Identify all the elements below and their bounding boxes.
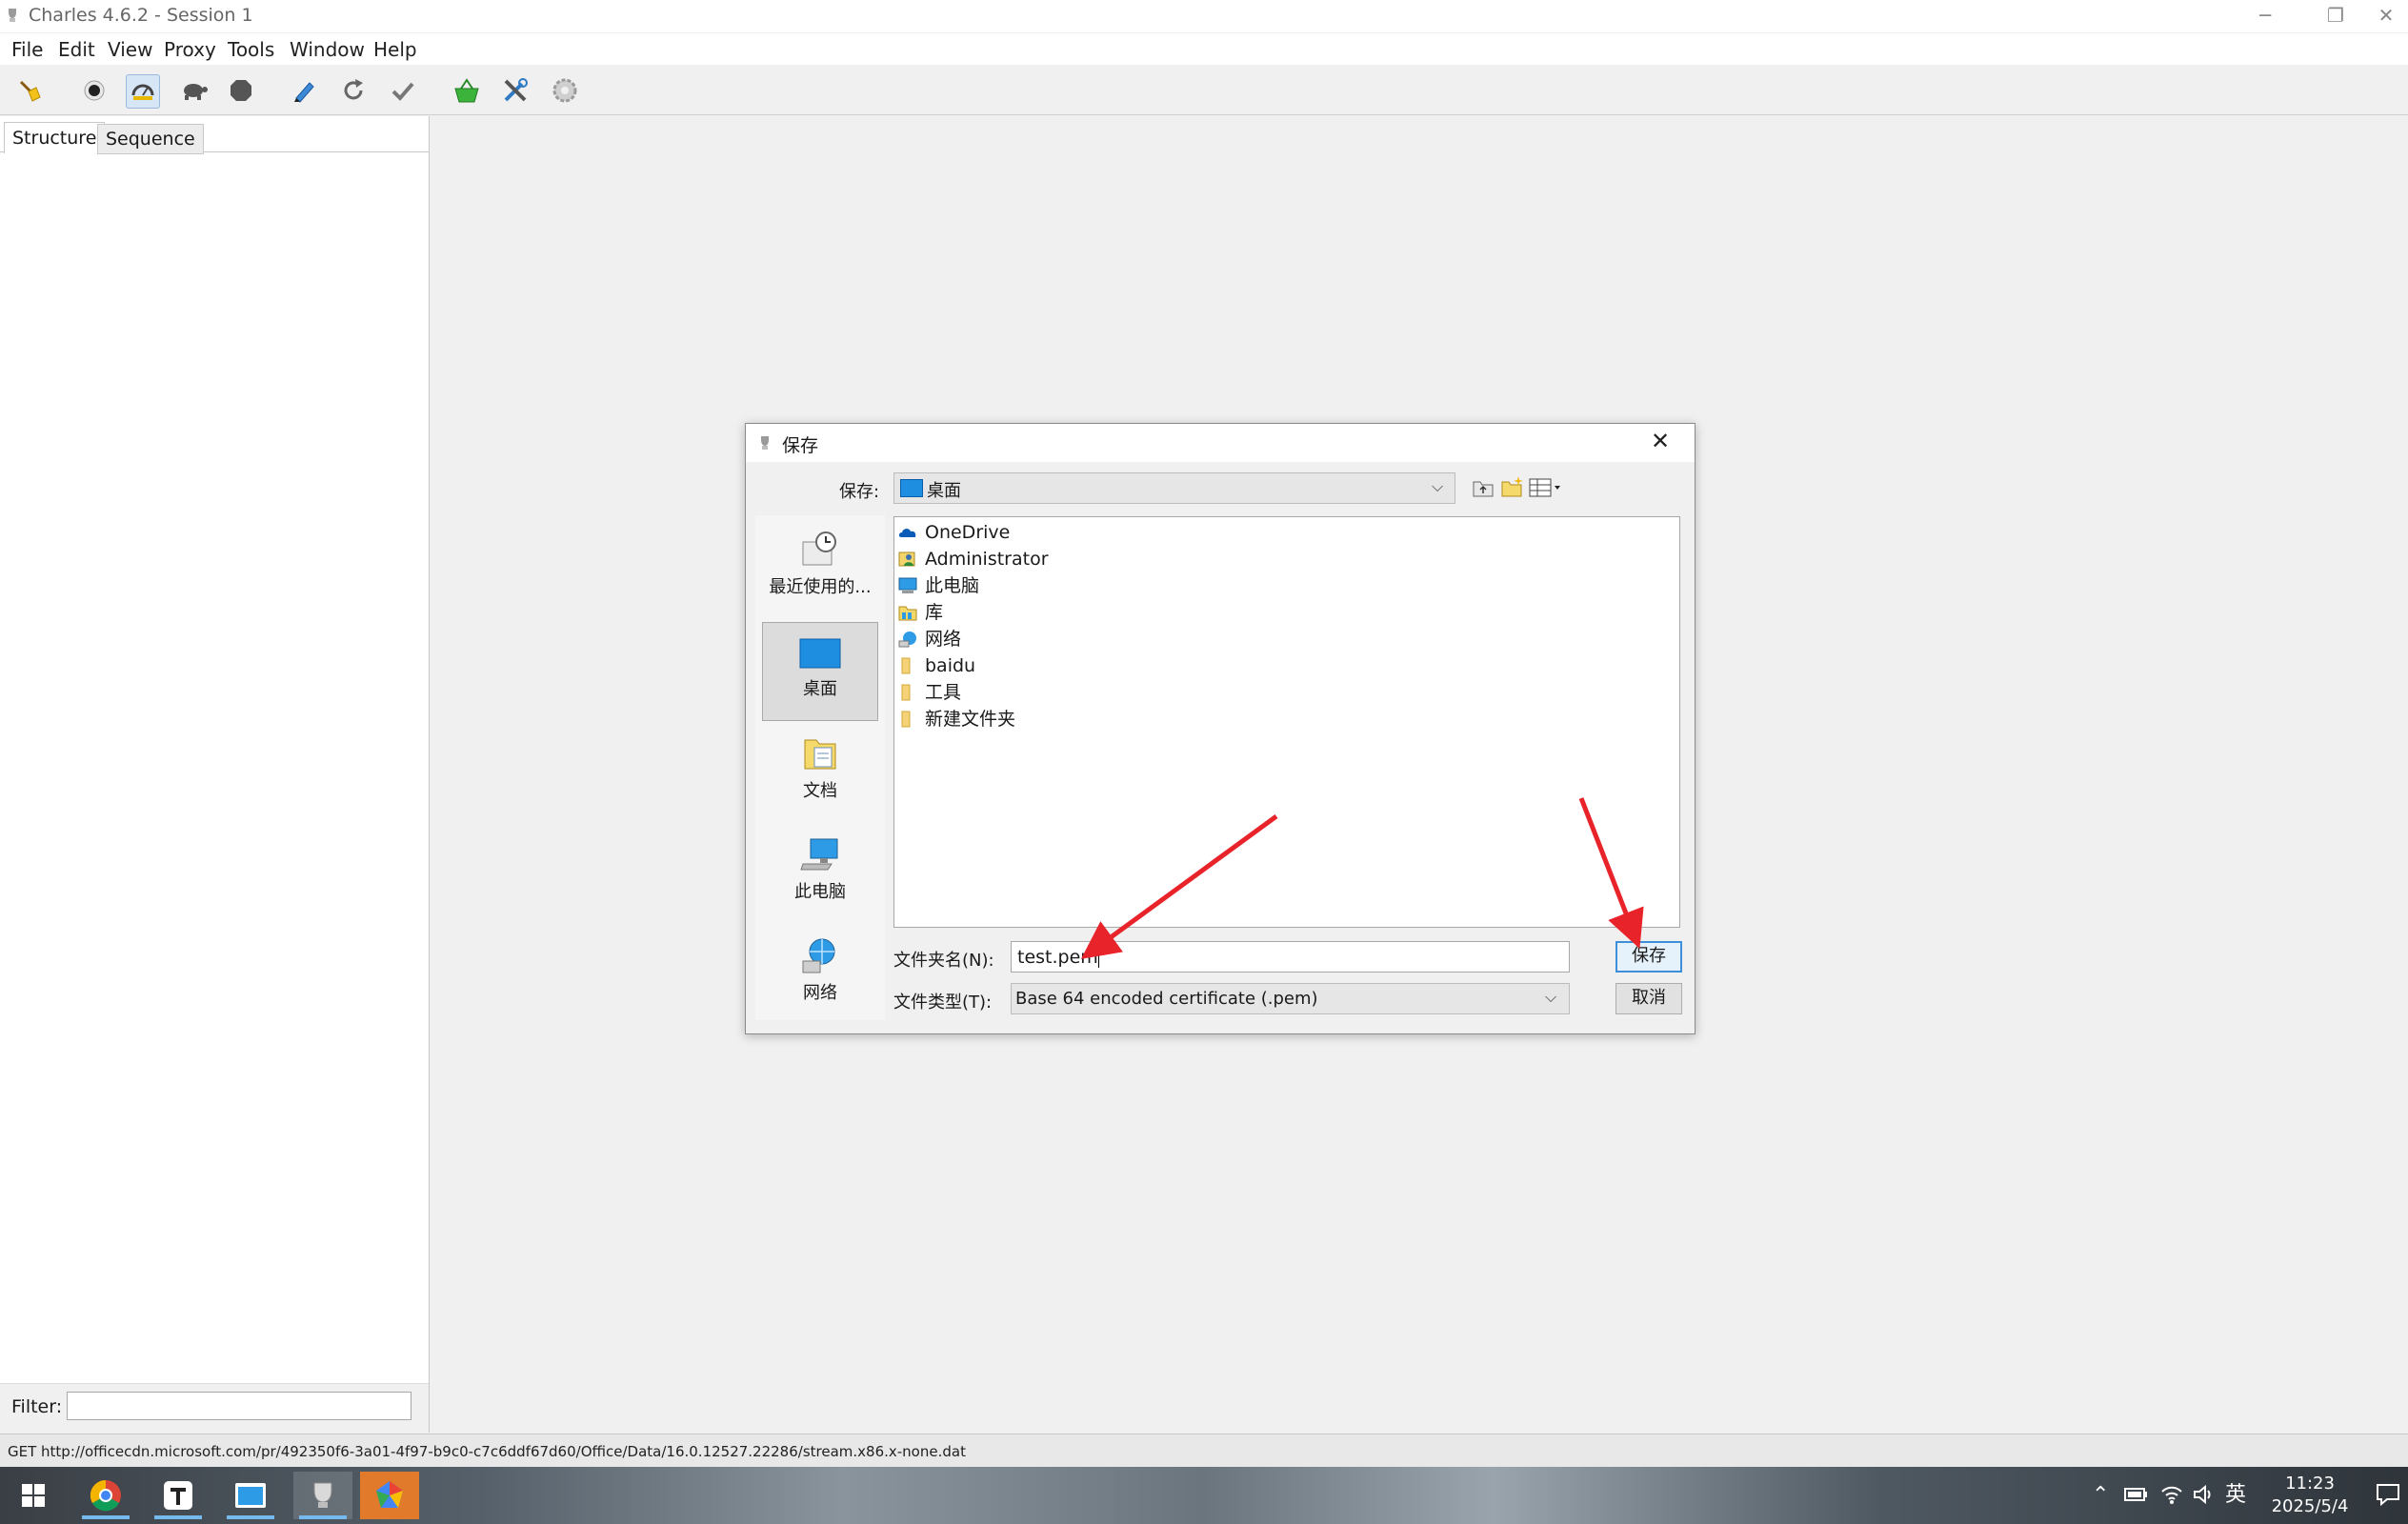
wifi-icon[interactable]	[2160, 1484, 2183, 1505]
taskbar-typora[interactable]	[149, 1472, 208, 1519]
ime-indicator[interactable]: 英	[2225, 1467, 2246, 1524]
notification-icon[interactable]	[2376, 1482, 2400, 1507]
annotation-overlay	[1080, 797, 1644, 959]
file-explorer-icon	[235, 1483, 266, 1508]
battery-icon[interactable]	[2124, 1486, 2149, 1503]
clock-time: 11:23	[2285, 1474, 2335, 1494]
taskbar-colorful-app[interactable]	[360, 1472, 419, 1519]
taskbar-chrome[interactable]	[76, 1472, 135, 1519]
arrow-to-save-button	[1578, 797, 1644, 949]
typora-icon	[164, 1481, 192, 1510]
taskbar: ⌃ 英 11:23 2025/5/4	[0, 1467, 2408, 1524]
clock[interactable]: 11:23 2025/5/4	[2267, 1473, 2353, 1518]
chevron-up-icon[interactable]: ⌃	[2092, 1467, 2109, 1524]
arrow-to-filename	[1080, 813, 1278, 959]
charles-icon	[313, 1482, 332, 1508]
clock-date: 2025/5/4	[2271, 1496, 2349, 1516]
colorful-app-icon	[376, 1481, 403, 1508]
chrome-icon	[90, 1479, 121, 1512]
windows-start-icon	[22, 1484, 45, 1507]
volume-icon[interactable]	[2193, 1484, 2216, 1505]
taskbar-charles[interactable]	[293, 1472, 352, 1519]
start-button[interactable]	[4, 1472, 63, 1519]
taskbar-file-explorer[interactable]	[221, 1472, 280, 1519]
